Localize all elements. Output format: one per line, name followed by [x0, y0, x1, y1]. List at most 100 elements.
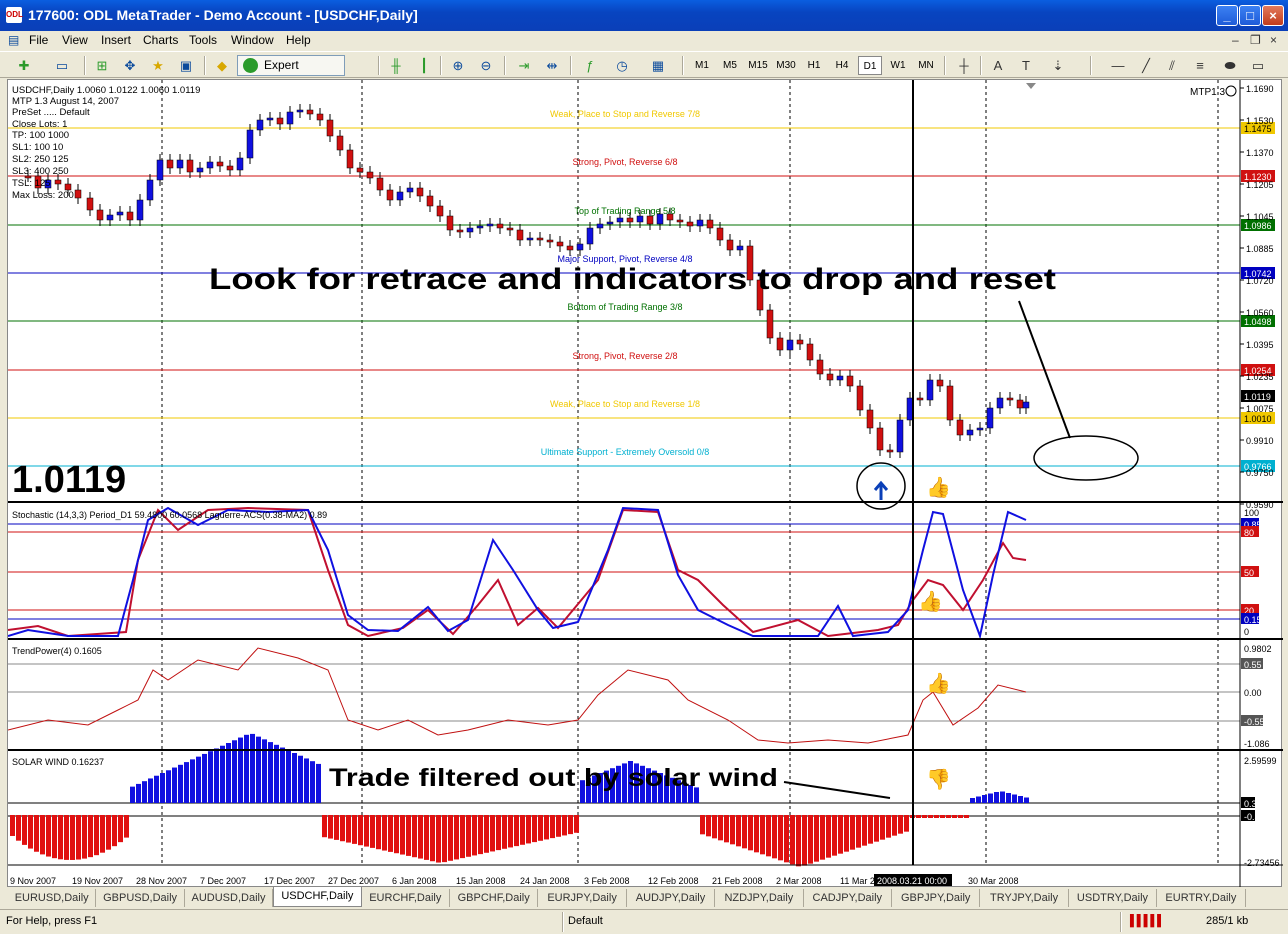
candle-body — [266, 117, 274, 121]
document-icon[interactable]: ▤ — [8, 33, 19, 47]
chart-tab[interactable]: TRYJPY,Daily — [980, 889, 1069, 907]
menu-help[interactable]: Help — [286, 33, 311, 47]
candle-body — [446, 215, 454, 231]
solar-bar — [328, 815, 333, 839]
header-line-8: SL3: 400 250 — [12, 166, 69, 177]
navigator-icon[interactable]: ✥ — [120, 56, 140, 75]
child-close-icon[interactable]: × — [1270, 33, 1277, 47]
trendline-icon[interactable]: ╱ — [1136, 56, 1156, 75]
shift-marker-icon[interactable] — [1026, 83, 1036, 89]
solar-bar — [412, 815, 417, 858]
solar-bar — [760, 815, 765, 855]
chart-tab[interactable]: AUDUSD,Daily — [185, 889, 274, 907]
templates-icon[interactable]: ▦ — [648, 56, 668, 75]
chart-shift-icon[interactable]: ⇹ — [542, 56, 562, 75]
stoch-axis-label: 50 — [1244, 568, 1254, 578]
stoch-axis-label: 80 — [1244, 528, 1254, 538]
solar-bar — [502, 815, 507, 849]
candle-body — [806, 343, 814, 361]
trendpower-line — [7, 647, 1027, 744]
timeframe-w1[interactable]: W1 — [886, 56, 910, 75]
expert-advisors-button[interactable]: Expert Advisors — [237, 55, 345, 91]
candle-body — [136, 199, 144, 221]
solar-bar — [100, 815, 105, 853]
ellipse-icon[interactable]: ⬬ — [1220, 56, 1240, 75]
price-tick-label: 1.0885 — [1246, 244, 1274, 254]
chart-tab[interactable]: USDTRY,Daily — [1069, 889, 1158, 907]
timeframe-d1[interactable]: D1 — [858, 56, 882, 75]
timeframe-m30[interactable]: M30 — [774, 56, 798, 75]
solar-bar — [52, 815, 57, 859]
crosshair-icon[interactable]: ┼ — [954, 56, 974, 75]
indicators-icon[interactable]: ƒ — [580, 56, 600, 75]
menu-charts[interactable]: Charts — [143, 33, 178, 47]
candle-body — [546, 239, 554, 243]
chart-tab[interactable]: EURCHF,Daily — [362, 889, 450, 907]
timeframe-h4[interactable]: H4 — [830, 56, 854, 75]
close-button[interactable]: × — [1262, 5, 1284, 26]
profiles-icon[interactable]: ▭ — [52, 56, 72, 75]
candlestick-icon[interactable]: ┃ — [414, 56, 434, 75]
price-tick-label: 0.9910 — [1246, 436, 1274, 446]
chart-tab[interactable]: CADJPY,Daily — [804, 889, 892, 907]
chart-tab[interactable]: EURUSD,Daily — [8, 889, 97, 907]
channel-icon[interactable]: ⫽ — [1162, 56, 1182, 75]
candle-body — [306, 109, 314, 115]
chart-tab[interactable]: GBPJPY,Daily — [892, 889, 981, 907]
child-minimize-icon[interactable]: – — [1232, 33, 1239, 47]
maximize-button[interactable]: □ — [1239, 5, 1261, 26]
solar-bar — [256, 736, 261, 803]
candle-body — [766, 309, 774, 339]
connection-bars-icon: ▐▐▐▐▐ — [1126, 915, 1161, 927]
autoscroll-icon[interactable]: ⇥ — [514, 56, 534, 75]
arrows-icon[interactable]: ⇣ — [1048, 56, 1068, 75]
menu-view[interactable]: View — [62, 33, 88, 47]
zoom-out-icon[interactable]: ⊖ — [476, 56, 496, 75]
menu-file[interactable]: File — [29, 33, 48, 47]
favorites-icon[interactable]: ★ — [148, 56, 168, 75]
market-watch-icon[interactable]: ⊞ — [92, 56, 112, 75]
solar-bar — [832, 815, 837, 856]
chart-tab[interactable]: USDCHF,Daily — [273, 887, 362, 907]
text-tool-icon[interactable]: A — [988, 56, 1008, 75]
chart-tab[interactable]: AUDJPY,Daily — [627, 889, 716, 907]
child-restore-icon[interactable]: ❐ — [1250, 33, 1261, 47]
solar-bar — [76, 815, 81, 860]
chart-canvas[interactable]: Weak, Place to Stop and Reverse 7/81.147… — [7, 80, 1283, 888]
date-tick-label: 17 Dec 2007 — [264, 876, 315, 886]
candle-body — [696, 219, 704, 227]
menu-window[interactable]: Window — [231, 33, 274, 47]
solar-bar — [982, 795, 987, 803]
terminal-icon[interactable]: ▣ — [176, 56, 196, 75]
chart-tab[interactable]: NZDJPY,Daily — [715, 889, 804, 907]
metaeditor-icon[interactable]: ◆ — [212, 56, 232, 75]
new-chart-icon[interactable]: ✚ — [14, 56, 34, 75]
tp-axis-label: -0.55 — [1244, 717, 1265, 727]
text-label-icon[interactable]: T — [1016, 56, 1036, 75]
rectangle-icon[interactable]: ▭ — [1248, 56, 1268, 75]
timeframe-m1[interactable]: M1 — [690, 56, 714, 75]
periods-clock-icon[interactable]: ◷ — [612, 56, 632, 75]
chart-tab[interactable]: GBPUSD,Daily — [96, 889, 185, 907]
candle-body — [86, 197, 94, 211]
candle-body — [466, 227, 474, 233]
menu-insert[interactable]: Insert — [101, 33, 131, 47]
fibonacci-icon[interactable]: ≡ — [1190, 56, 1210, 75]
annotation-solar: Trade filtered out by solar wind — [329, 764, 778, 792]
zoom-in-icon[interactable]: ⊕ — [448, 56, 468, 75]
timeframe-m15[interactable]: M15 — [746, 56, 770, 75]
timeframe-m5[interactable]: M5 — [718, 56, 742, 75]
menu-tools[interactable]: Tools — [189, 33, 217, 47]
timeframe-h1[interactable]: H1 — [802, 56, 826, 75]
chart-tab[interactable]: EURJPY,Daily — [538, 889, 627, 907]
chart-window[interactable]: Weak, Place to Stop and Reverse 7/8 1.147… — [7, 79, 1283, 888]
bar-chart-icon[interactable]: ╫ — [386, 56, 406, 75]
chart-tab[interactable]: GBPCHF,Daily — [450, 889, 539, 907]
solar-bar — [58, 815, 63, 860]
minimize-button[interactable]: _ — [1216, 5, 1238, 26]
chart-tab[interactable]: EURTRY,Daily — [1157, 889, 1246, 907]
status-bar: For Help, press F1 Default ▐▐▐▐▐ 285/1 k… — [0, 909, 1288, 934]
timeframe-mn[interactable]: MN — [914, 56, 938, 75]
level-price-text: 1.0498 — [1244, 317, 1272, 327]
hline-icon[interactable]: — — [1108, 56, 1128, 75]
